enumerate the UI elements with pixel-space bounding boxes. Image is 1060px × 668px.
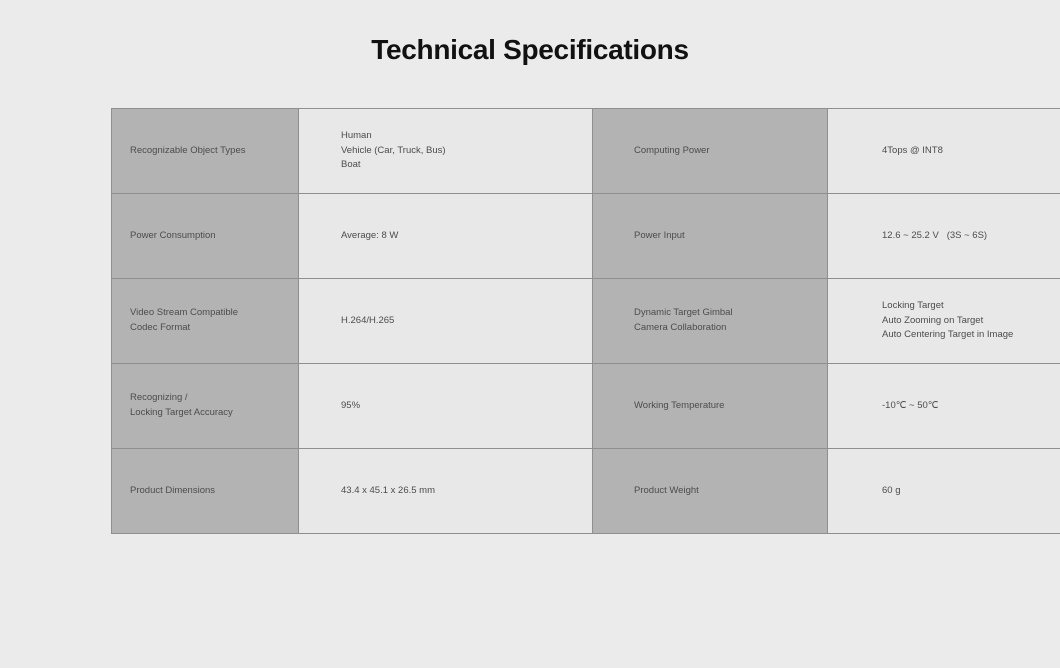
spec-value: 4Tops @ INT8 [827,108,1060,194]
spec-label-text: Video Stream Compatible Codec Format [130,307,239,333]
table-row: Video Stream Compatible Codec Format H.2… [111,278,1060,364]
spec-label-text: Product Dimensions [130,484,216,496]
spec-label: Working Temperature [592,363,828,449]
spec-label-text: Recognizable Object Types [130,144,246,156]
spec-label-text: Power Input [634,229,685,241]
spec-label-text: Dynamic Target Gimbal Camera Collaborati… [634,307,733,333]
spec-label: Dynamic Target Gimbal Camera Collaborati… [592,278,828,364]
spec-label-text: Product Weight [634,484,699,496]
spec-value: 12.6 ~ 25.2 V (3S ~ 6S) [827,193,1060,279]
spec-label-text: Power Consumption [130,229,216,241]
spec-value: Human Vehicle (Car, Truck, Bus) Boat [298,108,593,194]
spec-value-line: 95% [341,399,361,411]
table-body: Recognizable Object Types Human Vehicle … [111,108,1060,534]
spec-value-line: H.264/H.265 [341,314,395,326]
spec-label: Video Stream Compatible Codec Format [111,278,299,364]
spec-label: Power Input [592,193,828,279]
spec-value-line: 60 g [882,484,901,496]
spec-value-line: -10℃ ~ 50℃ [882,399,939,411]
spec-label: Power Consumption [111,193,299,279]
table-row: Recognizable Object Types Human Vehicle … [111,108,1060,194]
spec-value: Average: 8 W [298,193,593,279]
spec-value-line: Locking Target [882,299,944,311]
table-row: Power Consumption Average: 8 W Power Inp… [111,193,1060,279]
spec-label: Product Dimensions [111,448,299,534]
spec-value-line: Average: 8 W [341,229,399,241]
table-row: Product Dimensions 43.4 x 45.1 x 26.5 mm… [111,448,1060,534]
spec-value-line: Auto Centering Target in Image [882,329,1014,341]
spec-label: Recognizing / Locking Target Accuracy [111,363,299,449]
spec-value: 95% [298,363,593,449]
spec-value-line: Human [341,129,372,141]
spec-value: 43.4 x 45.1 x 26.5 mm [298,448,593,534]
page-title: Technical Specifications [371,34,689,65]
spec-value: Locking Target Auto Zooming on Target Au… [827,278,1060,364]
spec-label-text: Computing Power [634,144,710,156]
spec-value: H.264/H.265 [298,278,593,364]
spec-value-line: Vehicle (Car, Truck, Bus) [341,144,446,156]
spec-label: Recognizable Object Types [111,108,299,194]
spec-value-line: 43.4 x 45.1 x 26.5 mm [341,484,435,496]
spec-value: -10℃ ~ 50℃ [827,363,1060,449]
spec-value-line: 12.6 ~ 25.2 V (3S ~ 6S) [882,229,988,241]
technical-specifications-table: Recognizable Object Types Human Vehicle … [111,108,1060,534]
table-row: Recognizing / Locking Target Accuracy 95… [111,363,1060,449]
spec-value-line: Auto Zooming on Target [882,314,984,326]
spec-label-text: Recognizing / Locking Target Accuracy [130,392,233,418]
spec-value-line: Boat [341,159,361,171]
spec-label-text: Working Temperature [634,399,725,411]
spec-value-line: 4Tops @ INT8 [882,144,943,156]
spec-value: 60 g [827,448,1060,534]
spec-label: Product Weight [592,448,828,534]
spec-label: Computing Power [592,108,828,194]
